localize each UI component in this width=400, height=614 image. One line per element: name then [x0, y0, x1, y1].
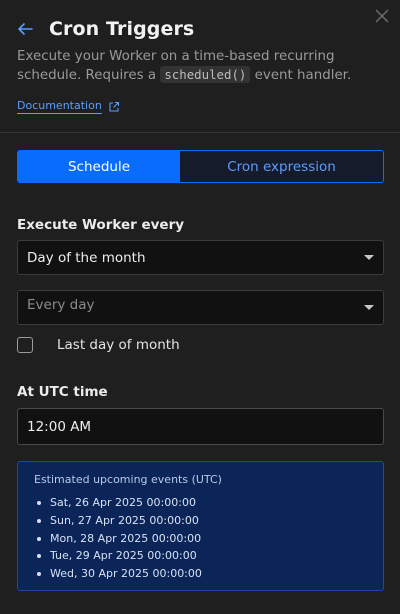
utc-time-value: 12:00 AM	[27, 418, 92, 435]
frequency-select-value: Day of the month	[27, 249, 146, 266]
day-select-placeholder: Every day	[27, 297, 95, 313]
list-item: Wed, 30 Apr 2025 00:00:00	[34, 565, 383, 583]
documentation-link[interactable]: Documentation	[17, 99, 120, 114]
close-icon[interactable]	[374, 8, 390, 24]
panel-header: Cron Triggers	[17, 16, 370, 42]
last-day-checkbox-label[interactable]: Last day of month	[57, 337, 180, 353]
arrow-left-icon[interactable]	[17, 20, 35, 38]
upcoming-events-title: Estimated upcoming events (UTC)	[34, 473, 222, 486]
list-item: Tue, 29 Apr 2025 00:00:00	[34, 547, 383, 565]
schedule-mode-tabs: Schedule Cron expression	[17, 150, 384, 183]
header-divider	[0, 132, 400, 133]
tab-schedule[interactable]: Schedule	[18, 151, 180, 182]
description-text-end: event handler.	[250, 68, 352, 83]
upcoming-events-list: Sat, 26 Apr 2025 00:00:00 Sun, 27 Apr 20…	[34, 494, 383, 583]
frequency-select[interactable]: Day of the month	[17, 240, 384, 275]
chevron-down-icon	[364, 305, 374, 310]
code-snippet: scheduled()	[160, 66, 251, 83]
page-title: Cron Triggers	[49, 18, 195, 40]
chevron-down-icon	[364, 255, 374, 260]
list-item: Sun, 27 Apr 2025 00:00:00	[34, 512, 383, 530]
cron-triggers-panel: Cron Triggers Execute your Worker on a t…	[0, 0, 400, 614]
utc-time-input[interactable]: 12:00 AM	[17, 408, 384, 445]
last-day-checkbox-row: Last day of month	[17, 337, 180, 353]
day-select[interactable]: Every day	[17, 290, 384, 325]
list-item: Mon, 28 Apr 2025 00:00:00	[34, 530, 383, 548]
utc-time-label: At UTC time	[17, 384, 108, 400]
documentation-link-label[interactable]: Documentation	[17, 99, 102, 114]
tab-cron-expression[interactable]: Cron expression	[180, 151, 383, 182]
panel-description: Execute your Worker on a time-based recu…	[17, 48, 377, 85]
last-day-checkbox[interactable]	[17, 337, 33, 353]
execute-worker-label: Execute Worker every	[17, 217, 185, 233]
external-link-icon	[108, 101, 120, 113]
list-item: Sat, 26 Apr 2025 00:00:00	[34, 494, 383, 512]
upcoming-events-box: Estimated upcoming events (UTC) Sat, 26 …	[17, 461, 384, 591]
